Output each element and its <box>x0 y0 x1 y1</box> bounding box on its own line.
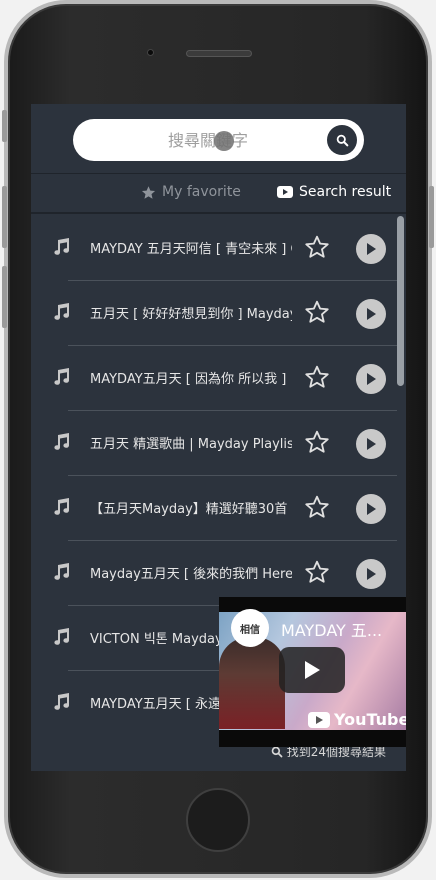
mute-switch <box>2 110 7 142</box>
result-title: Mayday五月天 [ 後來的我們 Here, After, Us ] <box>90 567 292 582</box>
video-play-button[interactable] <box>279 647 345 693</box>
music-note-icon <box>54 563 69 580</box>
search-button[interactable] <box>327 125 357 155</box>
music-note-icon <box>54 693 69 710</box>
volume-up-button <box>2 186 7 248</box>
play-icon <box>367 503 376 515</box>
star-icon <box>141 185 156 199</box>
play-button[interactable] <box>356 559 386 589</box>
music-note-icon <box>54 238 69 255</box>
search-icon <box>336 134 348 146</box>
tab-bar: My favorite Search result <box>31 175 406 214</box>
channel-logo[interactable]: 相信 <box>231 609 269 647</box>
play-button[interactable] <box>356 234 386 264</box>
play-icon <box>305 661 320 679</box>
result-item[interactable]: MAYDAY五月天 [ 因為你 所以我 ] <box>31 346 397 411</box>
front-camera <box>147 49 154 56</box>
video-thumbnail-person <box>219 637 285 729</box>
music-note-icon <box>54 628 69 645</box>
play-button[interactable] <box>356 429 386 459</box>
result-item[interactable]: MAYDAY 五月天阿信 [ 青空未來 ] Official Music Vid… <box>31 216 397 281</box>
search-header <box>31 104 406 174</box>
play-icon <box>367 568 376 580</box>
list-scrollbar[interactable] <box>397 216 404 386</box>
result-title: 五月天 精選歌曲 | Mayday Playlist <box>90 437 292 452</box>
tab-my-favorite-label: My favorite <box>162 184 241 200</box>
music-note-icon <box>54 303 69 320</box>
result-title: MAYDAY 五月天阿信 [ 青空未來 ] Official Music Vid… <box>90 242 292 257</box>
search-input[interactable] <box>93 119 323 161</box>
music-note-icon <box>54 433 69 450</box>
volume-down-button <box>2 266 7 328</box>
home-button[interactable] <box>186 788 250 852</box>
play-icon <box>367 243 376 255</box>
favorite-star-icon[interactable] <box>304 364 330 390</box>
play-button[interactable] <box>356 494 386 524</box>
video-title[interactable]: MAYDAY 五... <box>281 617 401 641</box>
play-icon <box>367 308 376 320</box>
touch-cursor <box>214 131 234 151</box>
music-note-icon <box>54 368 69 385</box>
result-item[interactable]: 五月天 [ 好好好想見到你 ] Mayday fly to 2022 <box>31 281 397 346</box>
favorite-star-icon[interactable] <box>304 494 330 520</box>
favorite-star-icon[interactable] <box>304 559 330 585</box>
play-button[interactable] <box>356 299 386 329</box>
music-note-icon <box>54 498 69 515</box>
play-icon <box>367 373 376 385</box>
result-title: 五月天 [ 好好好想見到你 ] Mayday fly to 2022 <box>90 307 292 322</box>
youtube-logo[interactable]: YouTube <box>308 710 406 729</box>
favorite-star-icon[interactable] <box>304 234 330 260</box>
play-button[interactable] <box>356 364 386 394</box>
youtube-brand-text: YouTube <box>334 710 406 729</box>
power-button <box>429 186 434 248</box>
result-title: MAYDAY五月天 [ 因為你 所以我 ] <box>90 372 287 387</box>
search-icon <box>271 746 283 757</box>
video-player-overlay[interactable]: 相信 MAYDAY 五... YouTube <box>219 597 406 747</box>
result-item[interactable]: 【五月天Mayday】精選好聽30首 <box>31 476 397 541</box>
earpiece-speaker <box>186 50 252 57</box>
youtube-icon <box>308 711 330 728</box>
tab-my-favorite[interactable]: My favorite <box>141 184 241 200</box>
result-item[interactable]: 五月天 精選歌曲 | Mayday Playlist <box>31 411 397 476</box>
play-icon <box>367 438 376 450</box>
favorite-star-icon[interactable] <box>304 299 330 325</box>
favorite-star-icon[interactable] <box>304 429 330 455</box>
tab-search-result[interactable]: Search result <box>277 184 391 200</box>
result-title: 【五月天Mayday】精選好聽30首 <box>90 502 288 517</box>
tab-search-result-label: Search result <box>299 184 392 200</box>
youtube-icon <box>277 186 293 198</box>
